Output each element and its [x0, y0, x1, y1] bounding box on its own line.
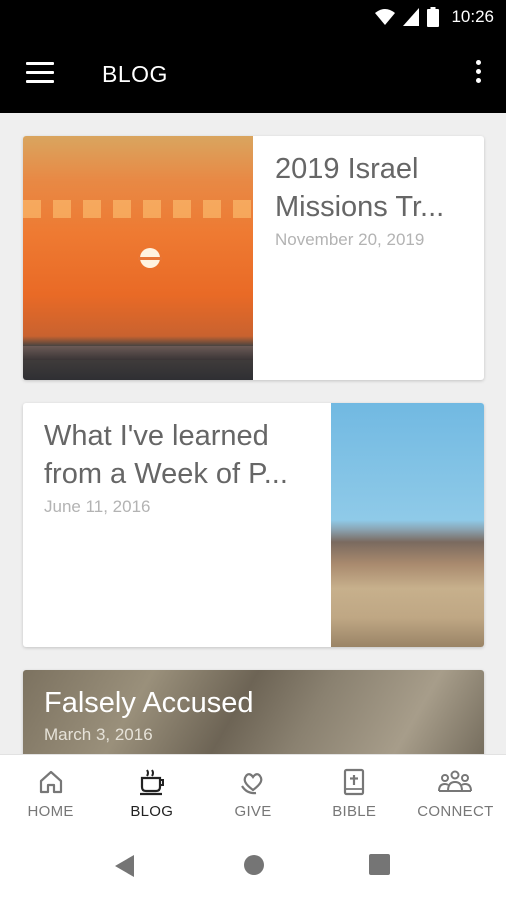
nav-bible[interactable]: BIBLE: [304, 755, 405, 835]
hand-heart-icon: [241, 773, 263, 795]
system-nav-bar: [0, 834, 506, 900]
page-title: BLOG: [102, 61, 168, 87]
coffee-cup-icon: [139, 769, 164, 796]
nav-give[interactable]: GIVE: [202, 755, 303, 835]
more-options-icon[interactable]: [472, 60, 484, 90]
nav-label: BLOG: [130, 803, 174, 820]
status-bar: 10:26: [0, 0, 506, 36]
nav-home[interactable]: HOME: [0, 755, 101, 835]
post-image-sunset: [23, 136, 253, 380]
blog-post-card[interactable]: What I've learned from a Week of P... Ju…: [23, 403, 484, 647]
nav-label: BIBLE: [332, 803, 377, 820]
post-title: Falsely Accused: [44, 687, 254, 719]
nav-label: GIVE: [234, 803, 272, 820]
wifi-icon: [375, 9, 396, 25]
nav-connect[interactable]: CONNECT: [405, 755, 506, 835]
app-bar: BLOG: [0, 36, 506, 113]
post-date: June 11, 2016: [44, 497, 151, 516]
recents-icon[interactable]: [369, 854, 390, 875]
bible-icon: [344, 768, 365, 796]
bottom-nav: HOME BLOG GIVE BIBLE CONNECT: [0, 754, 506, 835]
post-title: 2019 Israel Missions Tr...: [275, 153, 445, 223]
nav-label: CONNECT: [417, 803, 494, 820]
signal-icon: [403, 8, 420, 26]
blog-list: 2019 Israel Missions Tr... November 20, …: [0, 113, 506, 754]
home-circle-icon[interactable]: [243, 854, 265, 876]
status-time: 10:26: [451, 7, 494, 26]
blog-post-card[interactable]: Falsely Accused March 3, 2016: [23, 670, 484, 754]
home-icon: [39, 770, 62, 794]
back-icon[interactable]: [114, 854, 136, 878]
group-icon: [438, 770, 473, 792]
post-title: What I've learned from a Week of P...: [44, 420, 288, 490]
battery-icon: [427, 7, 440, 27]
nav-blog[interactable]: BLOG: [101, 755, 202, 835]
status-icons: 10:26: [375, 7, 494, 27]
post-date: November 20, 2019: [275, 230, 425, 249]
menu-icon[interactable]: [26, 62, 54, 86]
post-image-desert: [331, 403, 484, 647]
blog-post-card[interactable]: 2019 Israel Missions Tr... November 20, …: [23, 136, 484, 380]
nav-label: HOME: [27, 803, 74, 820]
post-date: March 3, 2016: [44, 725, 153, 744]
